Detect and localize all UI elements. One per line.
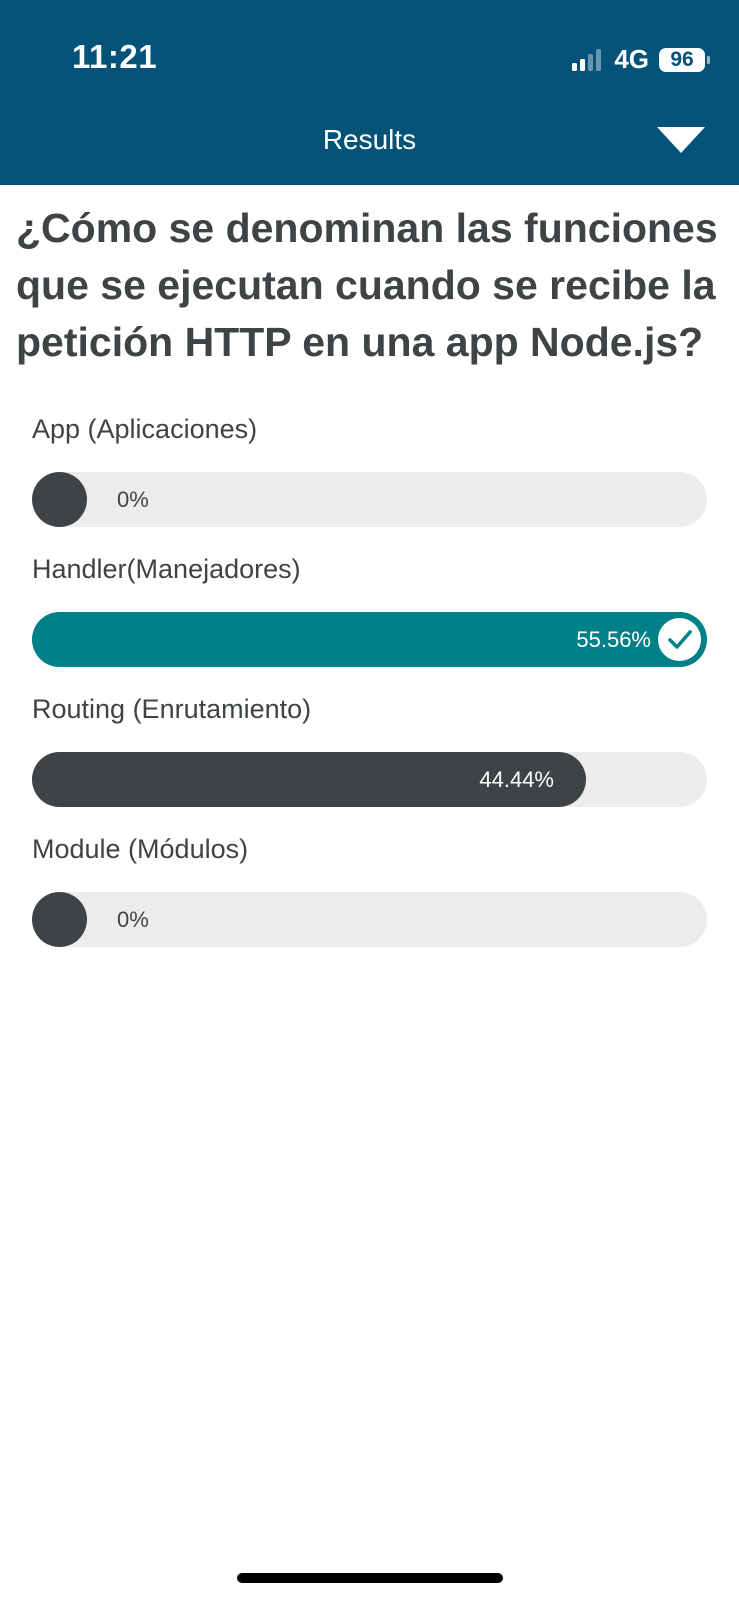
result-option: Module (Módulos) 0% — [32, 832, 707, 972]
check-circle-icon — [658, 618, 701, 661]
result-bar-fill — [32, 472, 87, 527]
results-list: App (Aplicaciones) 0% Handler(Manejadores)… — [32, 412, 707, 972]
battery-level: 96 — [670, 47, 694, 71]
result-bar-track: 44.44% — [32, 752, 707, 807]
result-option: Handler(Manejadores) 55.56% — [32, 552, 707, 692]
result-percent: 0% — [117, 907, 149, 932]
status-indicators: 4G 96 — [572, 44, 710, 75]
result-percent: 0% — [117, 487, 149, 512]
cellular-signal-icon — [572, 48, 604, 71]
result-percent: 44.44% — [479, 767, 554, 792]
result-bar-fill — [32, 892, 87, 947]
home-indicator[interactable] — [237, 1573, 503, 1583]
question-text: ¿Cómo se denominan las funciones que se … — [16, 205, 718, 365]
page-title: Results — [322, 124, 417, 155]
result-bar-track: 55.56% — [32, 612, 707, 667]
result-percent: 55.56% — [576, 627, 651, 652]
option-label: Routing (Enrutamiento) — [32, 694, 312, 724]
app-header: 11:21 4G 96 Results — [0, 0, 739, 185]
result-option: App (Aplicaciones) 0% — [32, 412, 707, 552]
option-label: Handler(Manejadores) — [32, 554, 301, 584]
chevron-down-icon[interactable] — [657, 127, 705, 153]
result-option: Routing (Enrutamiento) 44.44% — [32, 692, 707, 832]
result-bar-track: 0% — [32, 892, 707, 947]
status-time: 11:21 — [72, 38, 158, 75]
network-type: 4G — [614, 44, 649, 74]
result-bar-track: 0% — [32, 472, 707, 527]
option-label: Module (Módulos) — [32, 834, 249, 864]
battery-icon: 96 — [659, 47, 710, 72]
option-label: App (Aplicaciones) — [32, 414, 258, 444]
